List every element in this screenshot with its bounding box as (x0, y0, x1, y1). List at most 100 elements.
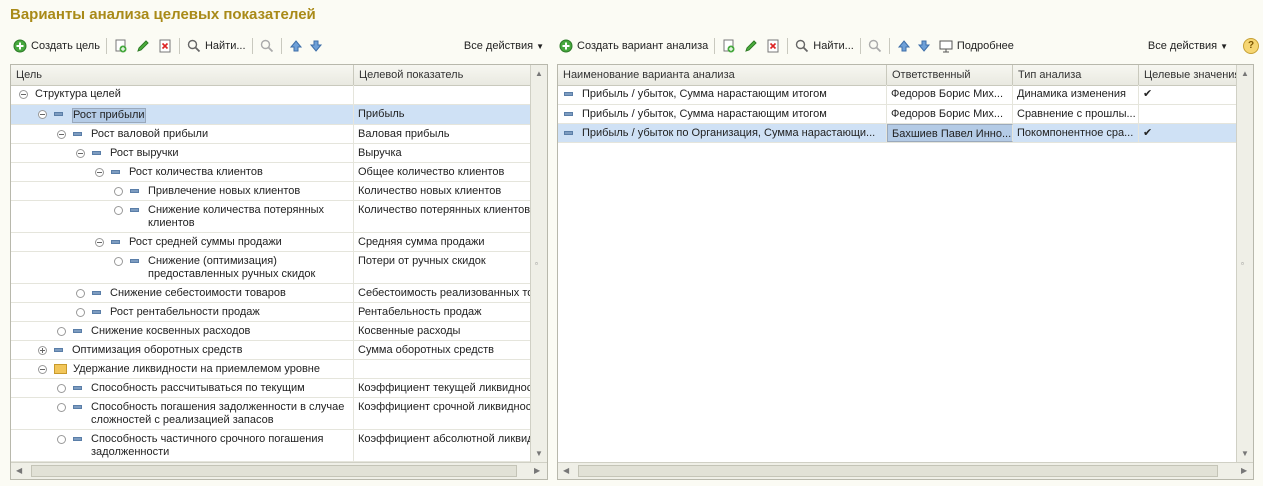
variant-icon (564, 131, 573, 135)
goal-name: Снижение себестоимости товаров (110, 287, 286, 299)
column-header-indicator[interactable]: Целевой показатель (354, 65, 531, 85)
collapse-icon[interactable] (19, 90, 28, 99)
scroll-down-icon[interactable]: ▼ (1241, 449, 1249, 458)
column-header-responsible[interactable]: Ответственный (887, 65, 1013, 85)
move-down-icon[interactable] (916, 38, 932, 54)
scroll-down-icon[interactable]: ▼ (535, 449, 543, 458)
variant-type: Покомпонентное сра... (1013, 124, 1139, 142)
table-row[interactable]: Способность рассчитываться по текущим Ко… (11, 379, 531, 398)
collapse-icon[interactable] (76, 149, 85, 158)
create-goal-button[interactable]: Создать цель (12, 37, 100, 55)
search-icon (794, 38, 810, 54)
find-button[interactable]: Найти... (794, 37, 854, 55)
right-all-actions-menu[interactable]: Все действия ▼ (1148, 40, 1228, 52)
goal-icon (54, 112, 63, 116)
goal-name: Снижение количества потерянных клиентов (148, 204, 325, 229)
chevron-down-icon: ▼ (1220, 42, 1228, 51)
leaf-icon (114, 187, 123, 196)
collapse-icon[interactable] (57, 130, 66, 139)
goal-indicator: Выручка (354, 144, 531, 162)
goal-indicator: Себестоимость реализованных то (354, 284, 531, 302)
table-row[interactable]: Привлечение новых клиентов Количество но… (11, 182, 531, 201)
left-all-actions-menu[interactable]: Все действия ▼ (464, 40, 544, 52)
column-header-goal[interactable]: Цель (11, 65, 354, 85)
column-header-type[interactable]: Тип анализа (1013, 65, 1139, 85)
add-icon (558, 38, 574, 54)
goal-name: Способность погашения задолженности в сл… (91, 401, 345, 426)
scroll-up-icon[interactable]: ▲ (535, 69, 543, 78)
scroll-left-icon[interactable]: ◀ (563, 466, 569, 475)
goal-name: Способность рассчитываться по текущим (91, 382, 305, 394)
search-icon (186, 38, 202, 54)
table-row[interactable]: Снижение количества потерянных клиентов … (11, 201, 531, 233)
goal-name: Снижение (оптимизация) предоставленных р… (148, 255, 316, 280)
table-row[interactable]: Прибыль / убыток, Сумма нарастающим итог… (558, 85, 1238, 105)
cancel-search-icon[interactable] (259, 38, 275, 54)
details-button[interactable]: Подробнее (938, 37, 1014, 55)
scroll-thumb[interactable] (31, 465, 517, 477)
leaf-icon (76, 289, 85, 298)
checkmark-icon (1139, 105, 1238, 123)
goals-horizontal-scrollbar[interactable]: ◀ ▶ (11, 462, 547, 479)
goal-indicator: Средняя сумма продажи (354, 233, 531, 251)
cancel-search-icon[interactable] (867, 38, 883, 54)
table-row[interactable]: Структура целей (11, 85, 531, 105)
delete-icon[interactable] (157, 38, 173, 54)
table-row[interactable]: Рост выручки Выручка (11, 144, 531, 163)
collapse-icon[interactable] (38, 110, 47, 119)
collapse-icon[interactable] (95, 168, 104, 177)
page-title: Варианты анализа целевых показателей (10, 6, 316, 23)
scroll-up-icon[interactable]: ▲ (1241, 69, 1249, 78)
variants-table: Наименование варианта анализа Ответствен… (557, 64, 1254, 480)
find-button[interactable]: Найти... (186, 37, 246, 55)
move-down-icon[interactable] (308, 38, 324, 54)
variant-name: Прибыль / убыток, Сумма нарастающим итог… (582, 88, 827, 100)
copy-icon[interactable] (113, 38, 129, 54)
scroll-left-icon[interactable]: ◀ (16, 466, 22, 475)
table-row[interactable]: Прибыль / убыток по Организация, Сумма н… (558, 124, 1238, 143)
scroll-right-icon[interactable]: ▶ (534, 466, 540, 475)
goal-indicator (354, 360, 531, 378)
variants-vertical-scrollbar[interactable]: ▲ ▫ ▼ (1236, 65, 1253, 462)
help-button[interactable]: ? (1243, 38, 1259, 54)
goal-indicator: Потери от ручных скидок (354, 252, 531, 283)
move-up-icon[interactable] (288, 38, 304, 54)
copy-icon[interactable] (721, 38, 737, 54)
goal-icon (111, 170, 120, 174)
scroll-thumb[interactable] (578, 465, 1218, 477)
expand-icon[interactable] (38, 346, 47, 355)
table-row[interactable]: Снижение косвенных расходов Косвенные ра… (11, 322, 531, 341)
delete-icon[interactable] (765, 38, 781, 54)
variant-name: Прибыль / убыток, Сумма нарастающим итог… (582, 108, 827, 120)
edit-icon[interactable] (743, 38, 759, 54)
goal-indicator: Коэффициент срочной ликвидност (354, 398, 531, 429)
move-up-icon[interactable] (896, 38, 912, 54)
table-row[interactable]: Рост валовой прибыли Валовая прибыль (11, 125, 531, 144)
goal-name: Рост валовой прибыли (91, 128, 209, 140)
variant-responsible: Бахшиев Павел Инно... (887, 124, 1013, 142)
column-header-target[interactable]: Целевые значения (1139, 65, 1238, 85)
table-row[interactable]: Рост прибыли Прибыль (11, 105, 531, 125)
goal-icon (130, 259, 139, 263)
goals-tree-table: Цель Целевой показатель Структура целей … (10, 64, 548, 480)
table-row[interactable]: Способность частичного срочного погашени… (11, 430, 531, 462)
table-row[interactable]: Прибыль / убыток, Сумма нарастающим итог… (558, 105, 1238, 124)
table-row[interactable]: Удержание ликвидности на приемлемом уров… (11, 360, 531, 379)
edit-icon[interactable] (135, 38, 151, 54)
table-row[interactable]: Рост количества клиентов Общее количеств… (11, 163, 531, 182)
goals-vertical-scrollbar[interactable]: ▲ ▫ ▼ (530, 65, 547, 462)
table-row[interactable]: Снижение себестоимости товаров Себестоим… (11, 284, 531, 303)
column-header-name[interactable]: Наименование варианта анализа (558, 65, 887, 85)
goal-indicator: Валовая прибыль (354, 125, 531, 143)
table-row[interactable]: Рост рентабельности продаж Рентабельност… (11, 303, 531, 322)
variants-horizontal-scrollbar[interactable]: ◀ ▶ (558, 462, 1253, 479)
table-row[interactable]: Оптимизация оборотных средств Сумма обор… (11, 341, 531, 360)
table-row[interactable]: Способность погашения задолженности в сл… (11, 398, 531, 430)
scroll-right-icon[interactable]: ▶ (1241, 466, 1247, 475)
create-variant-button[interactable]: Создать вариант анализа (558, 37, 708, 55)
collapse-icon[interactable] (38, 365, 47, 374)
table-row[interactable]: Рост средней суммы продажи Средняя сумма… (11, 233, 531, 252)
table-row[interactable]: Снижение (оптимизация) предоставленных р… (11, 252, 531, 284)
right-all-actions-label: Все действия (1147, 40, 1218, 52)
collapse-icon[interactable] (95, 238, 104, 247)
